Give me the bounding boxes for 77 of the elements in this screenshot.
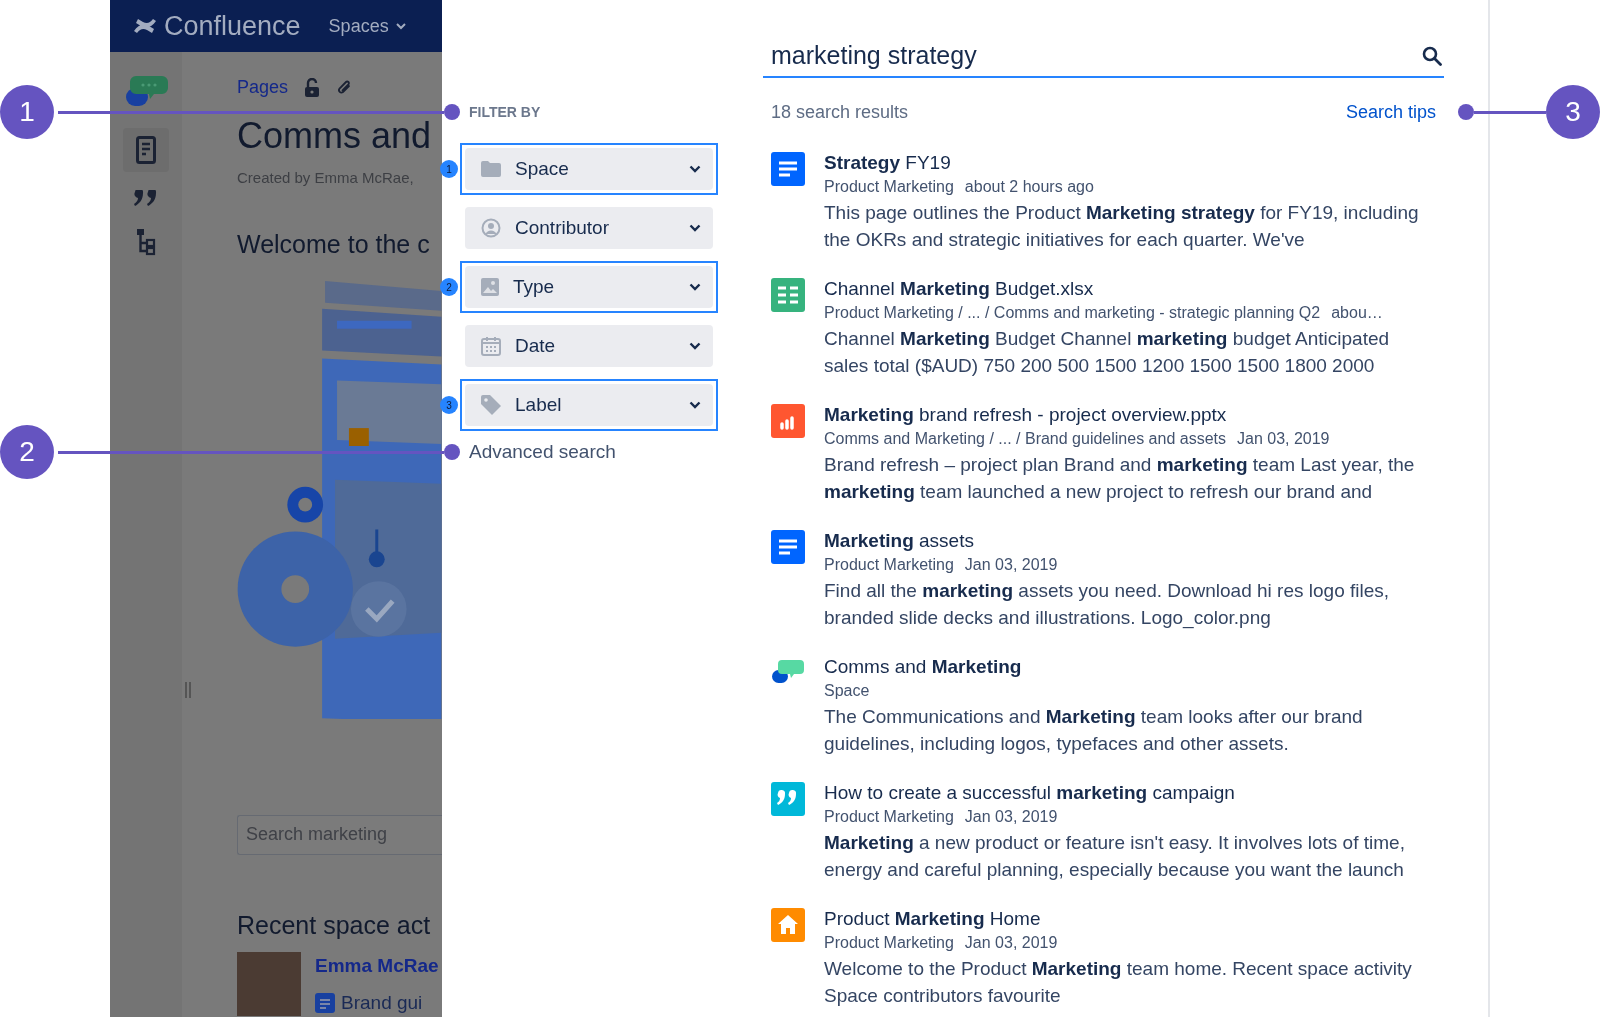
- result-excerpt: Brand refresh – project plan Brand and marketing team Last year, the marketing team launched a new project to refresh our brand and: [824, 453, 1416, 504]
- result-location: Product Marketing: [824, 177, 954, 197]
- number-marker: 2: [440, 278, 458, 296]
- result-location: Product Marketing: [824, 933, 954, 953]
- tag-icon: [481, 395, 501, 415]
- filter-dropdown[interactable]: Date: [465, 325, 713, 367]
- filter-dropdown[interactable]: Space: [465, 148, 713, 190]
- search-input[interactable]: marketing strategy: [771, 37, 1422, 75]
- result-excerpt: Find all the marketing assets you need. Download hi res logo files, branded slide decks and illustrations. Logo_color.png: [824, 579, 1391, 631]
- page-tree-icon[interactable]: [136, 228, 156, 256]
- result-excerpt: Marketing a new product or feature isn't easy. It involves lots of time, energy and careful planning, especially because you want the launch: [824, 831, 1406, 882]
- result-location: Product Marketing: [824, 555, 954, 575]
- advanced-search-link[interactable]: Advanced search: [469, 438, 616, 467]
- spaces-menu[interactable]: Spaces: [328, 12, 407, 40]
- filter-heading: FILTER BY: [469, 103, 542, 122]
- callout-number: 3: [1546, 85, 1600, 139]
- chevron-down-icon: [689, 342, 701, 350]
- number-marker: 3: [440, 396, 458, 414]
- search-icon[interactable]: [1422, 46, 1442, 66]
- folder-icon: [481, 161, 501, 177]
- app-logo-text[interactable]: Confluence: [164, 5, 301, 47]
- filter-dropdown[interactable]: Type: [465, 266, 713, 308]
- section-heading: Recent space act: [237, 909, 432, 941]
- result-excerpt: Channel Marketing Budget Channel marketing budget Anticipated sales total ($AUD) 750 200 500 1500 1200 1500 1500 1800 2000: [824, 327, 1391, 378]
- page-title: Comms and: [237, 115, 433, 156]
- result-date: Jan 03, 2019: [964, 555, 1058, 575]
- result-title-link[interactable]: Channel Marketing Budget.xlsx: [824, 276, 1424, 301]
- result-date: Jan 03, 2019: [1237, 429, 1330, 449]
- result-title-link[interactable]: Strategy FY19: [824, 150, 1424, 175]
- chevron-down-icon: [394, 22, 407, 30]
- result-title-link[interactable]: Comms and Marketing: [824, 654, 1424, 679]
- chevron-down-icon: [689, 224, 701, 232]
- number-marker: 1: [440, 160, 458, 178]
- photo-placeholder: [237, 952, 301, 1016]
- callout-number: 2: [0, 425, 54, 480]
- image-icon: [481, 278, 499, 296]
- result-location: Space: [824, 681, 870, 701]
- person-icon: [481, 218, 501, 238]
- result-title-link[interactable]: How to create a successful marketing campaign: [824, 780, 1424, 805]
- result-location: Product Marketing: [824, 807, 954, 827]
- unlocked-padlock-icon[interactable]: [304, 77, 321, 98]
- resize-handle-icon[interactable]: [184, 682, 192, 698]
- result-title-link[interactable]: Marketing assets: [824, 528, 1424, 553]
- result-excerpt: The Communications and Marketing team looks after our brand guidelines, including logos, typefaces and other assets.: [824, 705, 1364, 756]
- page-byline: Created by Emma McRae,: [237, 168, 415, 189]
- page-icon: [136, 136, 156, 164]
- result-title-link[interactable]: Marketing brand refresh - project overview.pptx: [824, 402, 1424, 427]
- result-date: about 2 hours ago: [964, 177, 1094, 197]
- filter-dropdown[interactable]: Contributor: [465, 207, 713, 249]
- result-date: Jan 03, 2019: [964, 807, 1058, 827]
- paperclip-icon[interactable]: [336, 78, 353, 97]
- result-count: 18 search results: [771, 100, 909, 124]
- result-location: Comms and Marketing / ... / Brand guidelines and assets: [824, 429, 1226, 449]
- page-icon: [315, 992, 335, 1013]
- chevron-down-icon: [689, 283, 701, 291]
- result-title-link[interactable]: Product Marketing Home: [824, 906, 1424, 931]
- chevron-down-icon: [689, 165, 701, 173]
- spreadsheet-icon: [771, 278, 805, 312]
- leader-line: [1474, 110, 1546, 114]
- callout-number: 1: [0, 85, 54, 139]
- result-date: Jan 03, 2019: [964, 933, 1058, 953]
- page-icon: [771, 530, 805, 564]
- result-excerpt: This page outlines the Product Marketing strategy for FY19, including the OKRs and strategic initiatives for each quarter. We've: [824, 201, 1420, 252]
- search-field[interactable]: Search marketing: [237, 814, 442, 855]
- quote-icon: [771, 782, 805, 816]
- search-tips-link[interactable]: Search tips: [1345, 98, 1436, 126]
- chevron-down-icon: [689, 401, 701, 409]
- pages-nav-button[interactable]: [123, 128, 169, 172]
- result-excerpt: Welcome to the Product Marketing team home. Recent space activity Space contributors favourite: [824, 957, 1413, 1008]
- page-icon: [771, 152, 805, 186]
- calendar-icon: [481, 336, 501, 356]
- page-heading: Welcome to the c: [237, 228, 431, 260]
- filter-dropdown[interactable]: Label: [465, 384, 713, 426]
- house-icon: [771, 908, 805, 942]
- bar-chart-icon: [771, 404, 805, 438]
- result-date: abou…: [1331, 303, 1383, 323]
- result-location: Product Marketing / ... / Comms and marketing - strategic planning Q2: [824, 303, 1321, 323]
